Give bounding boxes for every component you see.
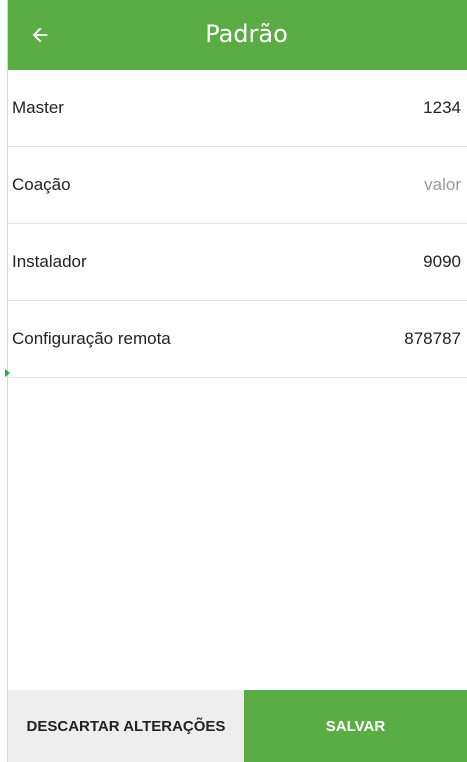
app-bar: Padrão [8, 0, 467, 70]
discard-changes-button[interactable]: DESCARTAR ALTERAÇÕES [8, 690, 244, 762]
save-button[interactable]: SALVAR [244, 690, 467, 762]
window-edge [0, 0, 10, 762]
list-item-configuracao-remota[interactable]: Configuração remota 878787 [8, 301, 467, 378]
list-item-label: Instalador [12, 252, 87, 271]
list-item-label: Configuração remota [12, 329, 171, 348]
list-item-value: 878787 [404, 329, 461, 348]
screen: Padrão Master 1234 Coação valor Instalad… [0, 0, 467, 762]
action-bar: DESCARTAR ALTERAÇÕES SALVAR [8, 690, 467, 762]
list-item-instalador[interactable]: Instalador 9090 [8, 224, 467, 301]
list-item-value: 1234 [423, 98, 461, 117]
code-list: Master 1234 Coação valor Instalador 9090… [8, 70, 467, 378]
list-item-label: Master [12, 98, 64, 117]
list-item-coacao[interactable]: Coação valor [8, 147, 467, 224]
list-item-master[interactable]: Master 1234 [8, 70, 467, 147]
page-title: Padrão [205, 20, 288, 48]
list-item-value: valor [424, 175, 461, 194]
list-item-label: Coação [12, 175, 71, 194]
list-item-value: 9090 [423, 252, 461, 271]
